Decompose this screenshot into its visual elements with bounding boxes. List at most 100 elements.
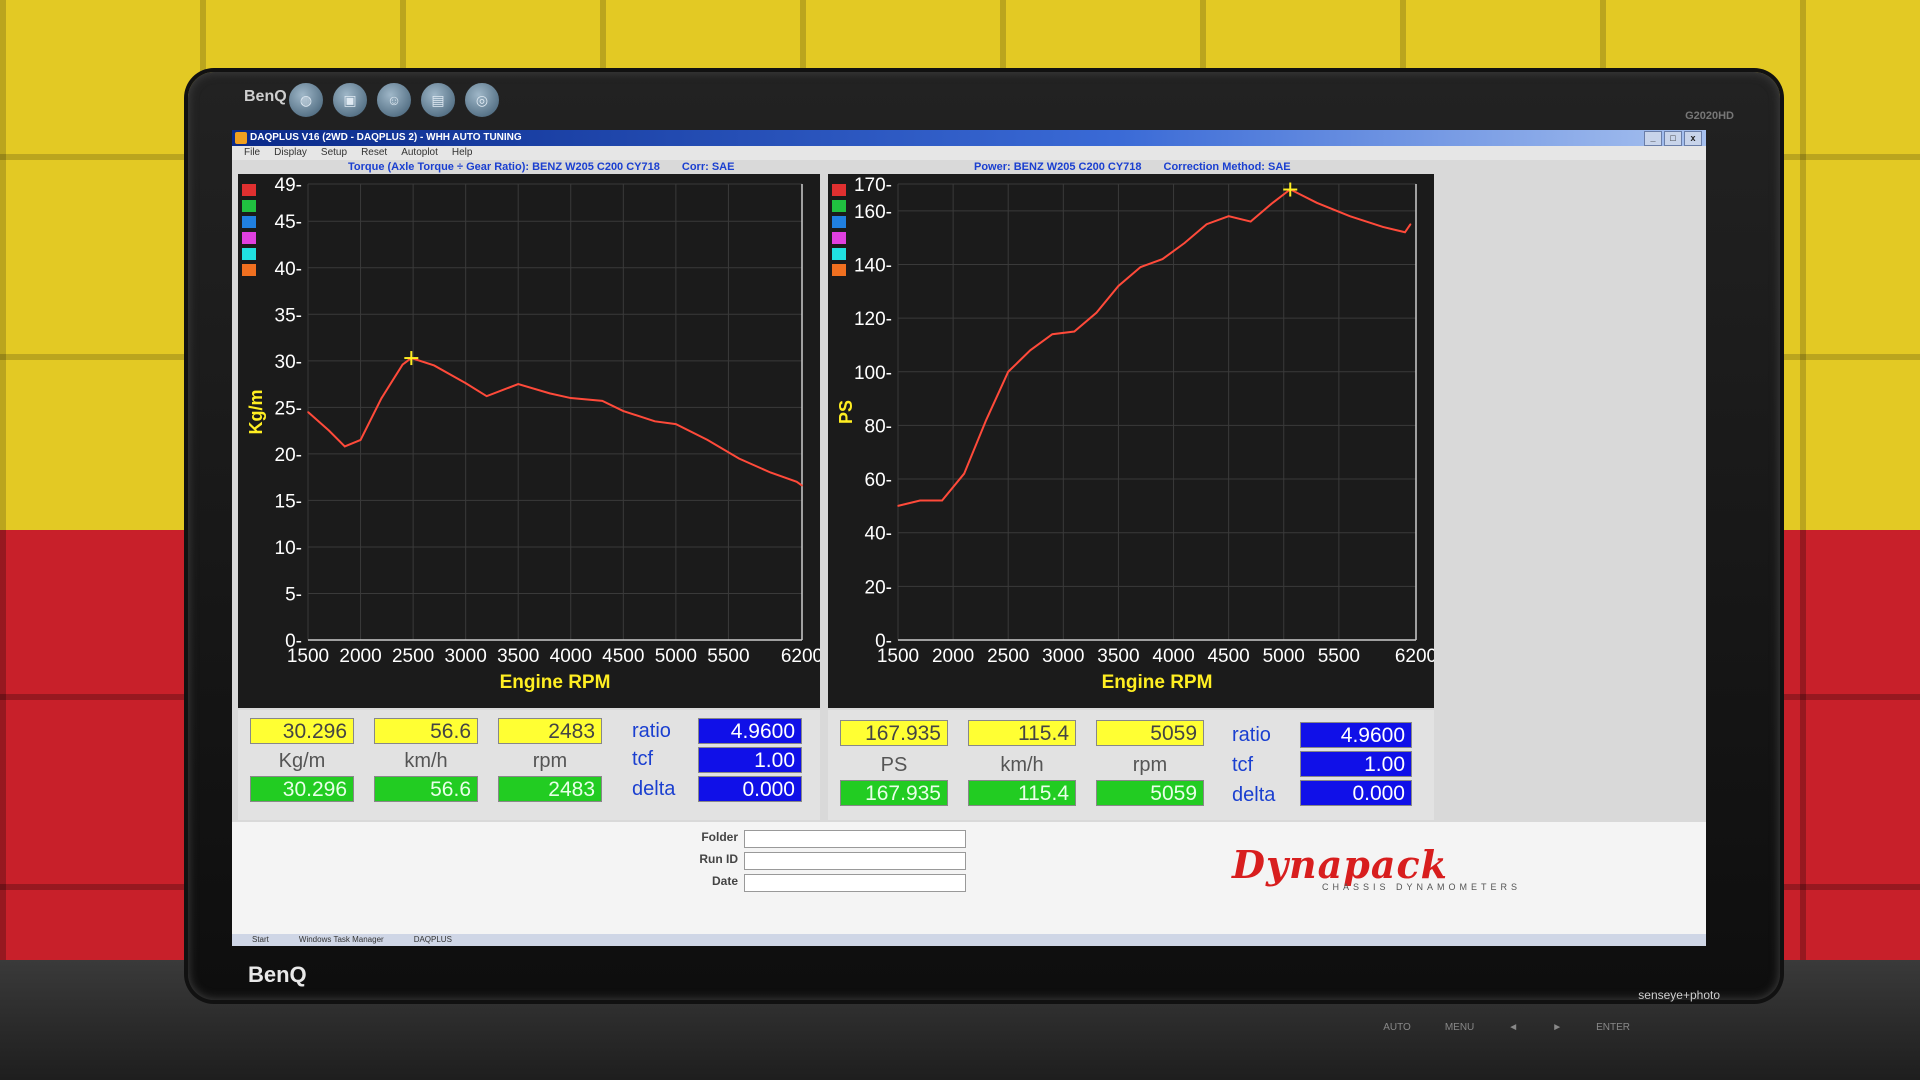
monitor-enter-button[interactable]: ENTER: [1596, 1022, 1630, 1033]
ratio-value: 4.9600: [698, 718, 802, 744]
menu-bar: File Display Setup Reset Autoplot Help: [232, 146, 1706, 160]
power-y-tick-label: 60-: [865, 470, 892, 491]
start-button[interactable]: Start: [252, 934, 269, 946]
monitor-model: G2020HD: [1685, 110, 1734, 122]
power-legend-swatch: [832, 232, 846, 244]
monitor-left-button[interactable]: ◄: [1508, 1022, 1518, 1033]
monitor-brand-bottom: BenQ: [248, 962, 307, 987]
torque-legend-swatch: [242, 184, 256, 196]
monitor-buttons: AUTO MENU ◄ ► ENTER: [1383, 1022, 1630, 1033]
power-x-tick-label: 3500: [1097, 646, 1139, 667]
power-tcf-label: tcf: [1232, 754, 1254, 776]
power-data-point: [941, 499, 943, 502]
menu-setup[interactable]: Setup: [321, 146, 347, 160]
torque-y-tick-label: 35-: [275, 305, 302, 326]
delta-value: 0.000: [698, 776, 802, 802]
unit-torque: Kg/m: [278, 750, 326, 772]
power-data-point: [1051, 333, 1054, 336]
torque-legend-swatch: [242, 248, 256, 260]
screen-icon[interactable]: ▣: [332, 82, 368, 118]
torque-y-tick-label: 20-: [275, 445, 302, 466]
unit-rpm: rpm: [532, 750, 568, 772]
torque-chart-title: Torque (Axle Torque ÷ Gear Ratio): BENZ …: [348, 161, 660, 173]
maximize-button[interactable]: □: [1664, 131, 1682, 146]
menu-reset[interactable]: Reset: [361, 146, 387, 160]
torque-y-tick-label: 15-: [275, 491, 302, 512]
power-chart[interactable]: 1500 2000 2500 3000 3500 4000 4500 5000 5500 6200…: [828, 174, 1434, 708]
menu-file[interactable]: File: [244, 146, 260, 160]
power-data-point: [1316, 201, 1318, 204]
tcf-label: tcf: [632, 748, 654, 770]
delta-label: delta: [632, 778, 676, 800]
torque-data-point: [464, 382, 467, 384]
torque-data-point: [795, 480, 798, 483]
monitor-auto-button[interactable]: AUTO: [1383, 1022, 1411, 1033]
torque-x-tick-label: 3000: [445, 646, 487, 667]
folder-field[interactable]: [744, 830, 966, 848]
torque-y-tick-label: 45-: [275, 212, 302, 233]
menu-help[interactable]: Help: [452, 146, 473, 160]
peak-power-rpm: 5059: [1096, 720, 1204, 746]
window-icon[interactable]: ▤: [420, 82, 456, 118]
power-y-tick-label: 120-: [854, 309, 892, 330]
torque-x-tick-label: 5500: [707, 646, 749, 667]
power-data-point: [1095, 311, 1098, 314]
torque-x-tick-label: 2000: [339, 646, 381, 667]
torque-x-tick-label: 3500: [497, 646, 539, 667]
torque-chart-correction: Corr: SAE: [681, 161, 735, 173]
globe-icon[interactable]: ◍: [288, 82, 324, 118]
power-data-point: [1073, 330, 1076, 333]
power-y-tick-label: 160-: [854, 202, 892, 223]
tcf-value: 1.00: [698, 747, 802, 773]
senseye-label: senseye+photo: [1638, 988, 1720, 1002]
power-x-tick-label: 5000: [1263, 646, 1305, 667]
power-legend-swatch: [832, 200, 846, 212]
torque-y-tick-label: 5-: [285, 584, 302, 605]
power-series-line: [897, 188, 1412, 507]
torque-legend-swatch: [242, 264, 256, 276]
torque-chart[interactable]: 1500 2000 2500 3000 3500 4000 4500 5000 5500 6200…: [238, 174, 820, 708]
torque-data-point: [569, 397, 572, 399]
power-data-point: [1117, 285, 1120, 287]
torque-data-point: [380, 397, 383, 399]
run-id-label: Run ID: [699, 852, 738, 866]
torque-y-tick-label: 49-: [275, 175, 302, 196]
run-info-bar: Folder Run ID Date Dynapack CHASSIS DYNA…: [232, 822, 1706, 946]
date-field[interactable]: [744, 874, 966, 892]
taskbar-item-task-manager[interactable]: Windows Task Manager: [299, 934, 384, 946]
torque-x-axis-label: Engine RPM: [500, 672, 611, 693]
torque-legend-swatch: [242, 216, 256, 228]
power-legend-swatch: [832, 184, 846, 196]
window-title: DAQPLUS V16 (2WD - DAQPLUS 2) - WHH AUTO…: [250, 132, 522, 143]
monitor-menu-button[interactable]: MENU: [1445, 1022, 1474, 1033]
run-id-field[interactable]: [744, 852, 966, 870]
torque-data-point: [343, 445, 346, 448]
power-y-axis-label: PS: [836, 400, 856, 424]
peak-power-speed: 115.4: [968, 720, 1076, 746]
taskbar-item-daqplus[interactable]: DAQPLUS: [414, 934, 452, 946]
cursor-power-rpm: 5059: [1096, 780, 1204, 806]
power-readout-panel: 167.935 115.4 5059 PS km/h rpm 167.935 1…: [828, 710, 1434, 820]
peak-torque-value: 30.296: [250, 718, 354, 744]
menu-autoplot[interactable]: Autoplot: [401, 146, 438, 160]
monitor-right-button[interactable]: ►: [1552, 1022, 1562, 1033]
torque-data-point: [622, 410, 625, 412]
power-data-point: [919, 499, 921, 502]
torque-data-point: [601, 400, 604, 402]
torque-data-point: [548, 392, 551, 395]
power-x-tick-label: 6200: [1395, 646, 1434, 667]
power-ratio-label: ratio: [1232, 724, 1271, 746]
minimize-button[interactable]: _: [1644, 131, 1662, 146]
torque-x-tick-label: 4500: [602, 646, 644, 667]
torque-data-point: [654, 420, 656, 423]
torque-y-tick-label: 30-: [275, 352, 302, 373]
power-y-tick-label: 0-: [875, 631, 892, 652]
earth-icon[interactable]: ◎: [464, 82, 500, 118]
monitor: BenQ ◍ ▣ ☺ ▤ ◎ G2020HD DAQPLUS V16 (2WD …: [188, 72, 1780, 1033]
torque-data-point: [517, 383, 520, 385]
person-icon[interactable]: ☺: [376, 82, 412, 118]
power-data-point: [1382, 226, 1384, 228]
window-controls: _ □ x: [1644, 131, 1702, 146]
close-button[interactable]: x: [1684, 131, 1702, 146]
menu-display[interactable]: Display: [274, 146, 307, 160]
